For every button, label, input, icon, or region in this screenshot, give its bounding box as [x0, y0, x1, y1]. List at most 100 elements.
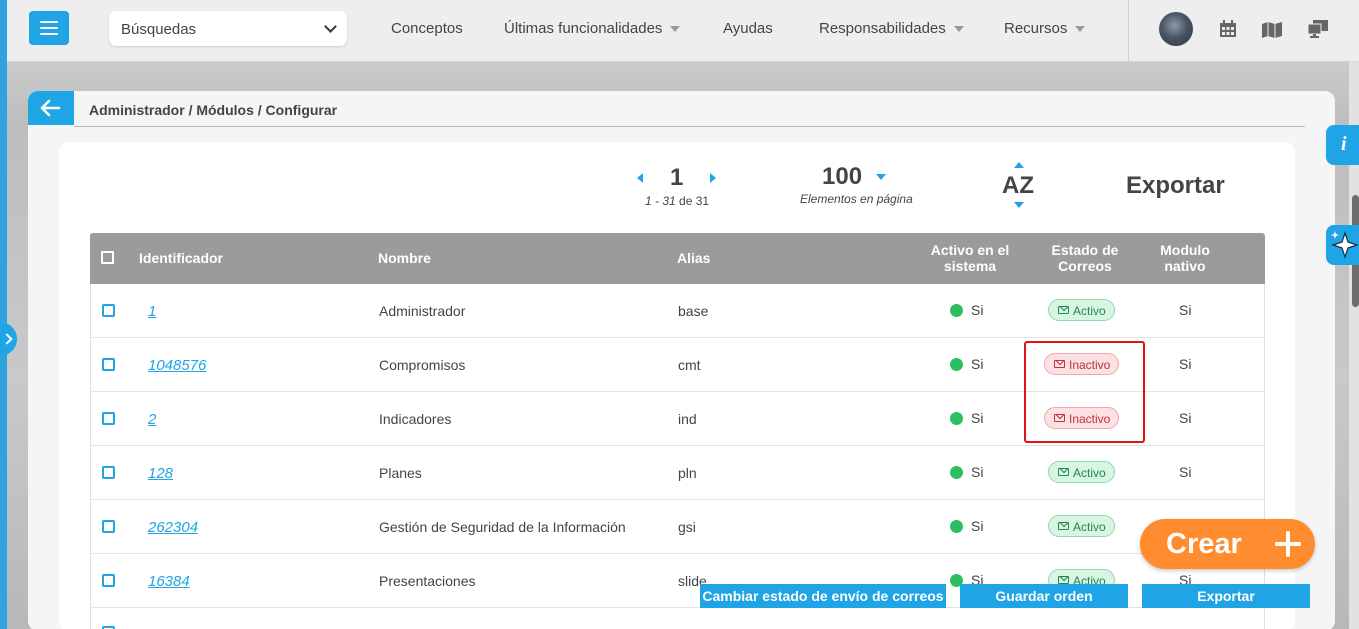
caret-down-icon: [1075, 26, 1086, 33]
items-per-page[interactable]: 100: [822, 163, 862, 191]
nav-ayudas[interactable]: Ayudas: [723, 20, 773, 37]
active-status-dot: [950, 358, 963, 371]
caret-down-icon: [953, 26, 964, 33]
save-order-button[interactable]: Guardar orden: [960, 584, 1128, 608]
topbar-divider: [1128, 0, 1129, 62]
breadcrumb: Administrador / Módulos / Configurar: [89, 102, 338, 118]
left-accent-stripe: [0, 0, 7, 629]
row-native: Si: [1179, 464, 1192, 480]
col-activo[interactable]: Activo en el sistema: [920, 242, 1020, 274]
calendar-icon[interactable]: [1219, 20, 1237, 38]
row-active: Si: [971, 410, 984, 426]
row-active: Si: [971, 356, 984, 372]
monitor-icon[interactable]: [1308, 20, 1328, 38]
top-bar: Búsquedas Conceptos Últimas funcionalida…: [7, 0, 1359, 62]
nav-conceptos[interactable]: Conceptos: [391, 20, 463, 37]
nav-ultimas-funcionalidades[interactable]: Últimas funcionalidades: [504, 20, 681, 37]
mail-status-badge[interactable]: Activo: [1048, 299, 1115, 321]
row-native: Si: [1179, 302, 1192, 318]
info-tab[interactable]: i: [1326, 125, 1359, 165]
row-id-link[interactable]: 1048576: [148, 357, 206, 374]
table-row[interactable]: 1 Administrador base Si Activo Si: [91, 284, 1264, 338]
expand-sidebar-tab[interactable]: [0, 322, 17, 356]
current-page: 1: [670, 164, 684, 191]
caret-down-icon[interactable]: [876, 174, 886, 180]
row-alias: gsi: [678, 519, 696, 535]
col-modulo-nativo[interactable]: Modulo nativo: [1150, 242, 1220, 274]
row-alias: base: [678, 303, 709, 319]
table-row[interactable]: [91, 608, 1264, 629]
active-status-dot: [950, 466, 963, 479]
map-icon[interactable]: [1261, 20, 1283, 38]
table-body: 1 Administrador base Si Activo Si 104857…: [90, 284, 1265, 629]
crear-label: Crear: [1166, 528, 1242, 560]
row-native: Si: [1179, 356, 1192, 372]
row-alias: pln: [678, 465, 697, 481]
sort-button[interactable]: AZ: [1002, 172, 1034, 200]
row-id-link[interactable]: 262304: [148, 519, 198, 536]
next-page-icon[interactable]: [710, 173, 716, 183]
sort-asc-icon[interactable]: [1014, 162, 1024, 168]
mail-icon: [1058, 522, 1069, 530]
row-native: Si: [1179, 410, 1192, 426]
row-id-link[interactable]: 2: [148, 411, 156, 428]
row-name: Presentaciones: [379, 573, 476, 589]
row-checkbox[interactable]: [102, 412, 115, 425]
row-id-link[interactable]: 16384: [148, 573, 190, 590]
nav-responsabilidades[interactable]: Responsabilidades: [819, 20, 964, 37]
row-id-link[interactable]: 128: [148, 465, 173, 482]
mail-status-badge[interactable]: Activo: [1048, 461, 1115, 483]
row-active: Si: [971, 302, 984, 318]
mail-icon: [1058, 306, 1069, 314]
back-button[interactable]: [28, 91, 74, 125]
search-dropdown[interactable]: Búsquedas: [109, 11, 347, 46]
active-status-dot: [950, 520, 963, 533]
row-name: Indicadores: [379, 411, 452, 427]
items-per-page-label: Elementos en página: [800, 192, 913, 206]
export-header-button[interactable]: Exportar: [1126, 172, 1225, 200]
active-status-dot: [950, 304, 963, 317]
row-name: Administrador: [379, 303, 466, 319]
select-all-checkbox[interactable]: [101, 251, 114, 264]
col-estado-correos[interactable]: Estado de Correos: [1045, 242, 1125, 274]
chevron-down-icon: [324, 20, 337, 33]
arrow-left-icon: [40, 99, 61, 117]
table-header: Identificador Nombre Alias Activo en el s…: [90, 233, 1265, 284]
row-checkbox[interactable]: [102, 574, 115, 587]
sparkle-tab[interactable]: [1326, 225, 1359, 265]
crear-button[interactable]: Crear: [1140, 519, 1315, 569]
row-active: Si: [971, 518, 984, 534]
plus-icon: [1275, 531, 1301, 557]
breadcrumb-divider: [74, 126, 1305, 127]
table-row[interactable]: 128 Planes pln Si Activo Si: [91, 446, 1264, 500]
row-id-link[interactable]: 1: [148, 303, 156, 320]
col-alias[interactable]: Alias: [677, 250, 710, 266]
row-alias: ind: [678, 411, 697, 427]
sort-desc-icon[interactable]: [1014, 202, 1024, 208]
col-identificador[interactable]: Identificador: [139, 250, 223, 266]
mail-status-badge[interactable]: Activo: [1048, 515, 1115, 537]
col-nombre[interactable]: Nombre: [378, 250, 431, 266]
mail-icon: [1058, 576, 1069, 584]
mail-icon: [1058, 468, 1069, 476]
row-name: Planes: [379, 465, 422, 481]
row-name: Gestión de Seguridad de la Información: [379, 519, 626, 535]
hamburger-menu-button[interactable]: [29, 11, 69, 45]
prev-page-icon[interactable]: [637, 173, 643, 183]
row-alias: cmt: [678, 357, 701, 373]
row-checkbox[interactable]: [102, 358, 115, 371]
highlight-box: [1024, 341, 1145, 443]
row-name: Compromisos: [379, 357, 466, 373]
row-checkbox[interactable]: [102, 304, 115, 317]
row-checkbox[interactable]: [102, 466, 115, 479]
nav-recursos[interactable]: Recursos: [1004, 20, 1086, 37]
caret-down-icon: [670, 26, 681, 33]
active-status-dot: [950, 412, 963, 425]
info-icon: i: [1341, 133, 1347, 155]
table-row[interactable]: 262304 Gestión de Seguridad de la Inform…: [91, 500, 1264, 554]
row-checkbox[interactable]: [102, 520, 115, 533]
search-dropdown-label: Búsquedas: [121, 21, 197, 38]
user-avatar[interactable]: [1159, 12, 1193, 46]
change-mail-status-button[interactable]: Cambiar estado de envío de correos: [700, 584, 946, 608]
export-button[interactable]: Exportar: [1142, 584, 1310, 608]
